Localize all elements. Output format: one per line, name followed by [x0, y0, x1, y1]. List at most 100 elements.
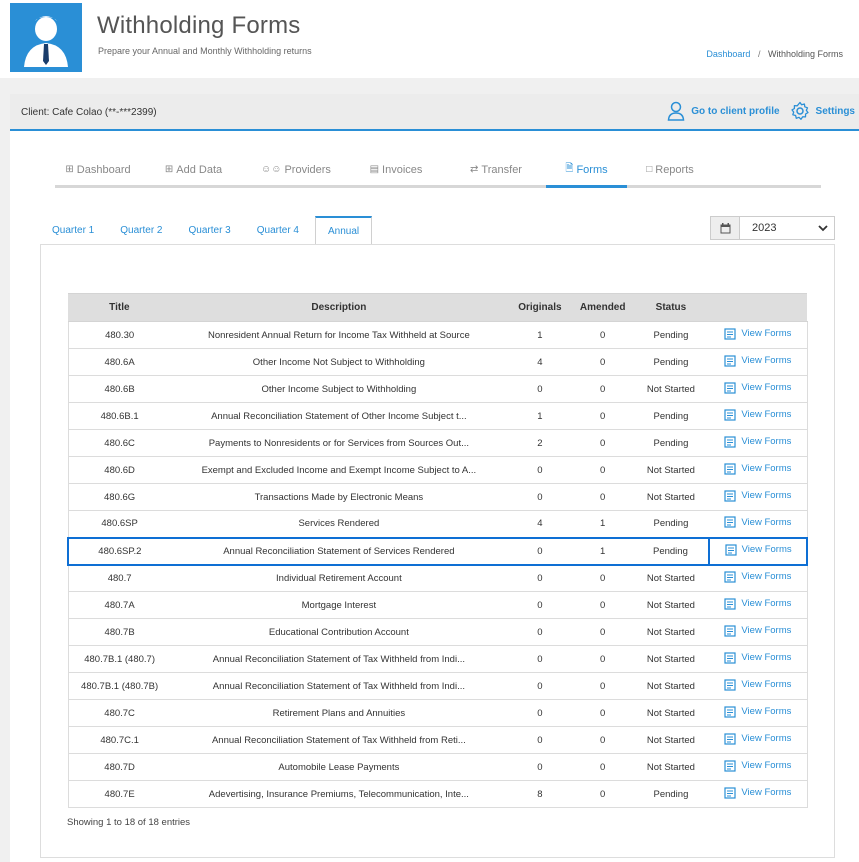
view-forms-label: View Forms	[741, 355, 792, 366]
view-forms-link[interactable]: View Forms	[725, 543, 792, 556]
cell-title: 480.6D	[67, 456, 171, 484]
page-header: Withholding Forms Prepare your Annual an…	[0, 0, 859, 78]
cell-actions: View Forms	[709, 321, 808, 349]
view-forms-link[interactable]: View Forms	[724, 678, 791, 691]
cell-originals: 4	[507, 348, 573, 376]
go-to-client-profile-link[interactable]: Go to client profile	[667, 101, 780, 121]
view-forms-link[interactable]: View Forms	[724, 327, 791, 340]
nav-transfer[interactable]: ⇄ Transfer	[446, 154, 546, 185]
view-forms-label: View Forms	[741, 652, 792, 663]
view-forms-link[interactable]: View Forms	[724, 624, 791, 637]
nav-add-data-label: Add Data	[176, 163, 223, 176]
cell-status: Not Started	[632, 456, 710, 484]
view-forms-link[interactable]: View Forms	[724, 597, 791, 610]
transfer-icon: ⇄	[470, 164, 479, 175]
settings-label: Settings	[815, 105, 855, 117]
cell-title: 480.7E	[67, 780, 171, 808]
cell-title: 480.30	[67, 321, 171, 349]
invoice-icon: ▤	[369, 164, 380, 175]
cell-actions: View Forms	[709, 672, 808, 700]
cell-status: Not Started	[632, 483, 710, 511]
column-header-status[interactable]: Status	[632, 293, 710, 322]
view-forms-label: View Forms	[741, 760, 792, 771]
cell-status: Pending	[632, 429, 710, 457]
view-forms-link[interactable]: View Forms	[724, 651, 792, 664]
cell-status: Not Started	[632, 645, 710, 673]
nav-forms[interactable]: 🗎 Forms	[546, 154, 627, 188]
nav-providers-label: Providers	[284, 163, 331, 176]
view-forms-label: View Forms	[741, 706, 792, 717]
view-forms-link[interactable]: View Forms	[724, 759, 792, 772]
nav-add-data[interactable]: ⊞ Add Data	[141, 154, 246, 185]
tab-annual[interactable]: Annual	[315, 216, 373, 245]
form-icon	[724, 435, 736, 448]
cell-actions: View Forms	[709, 726, 808, 754]
cell-actions: View Forms	[709, 753, 808, 781]
year-select[interactable]: 2023	[710, 216, 835, 240]
table-row: 480.30 Nonresident Annual Return for Inco…	[67, 321, 808, 349]
table-row: 480.7B.1 (480.7) Annual Reconciliation St…	[67, 645, 808, 673]
nav-invoices[interactable]: ▤ Invoices	[346, 154, 446, 185]
column-header-description[interactable]: Description	[170, 293, 508, 322]
cell-status: Pending	[632, 321, 710, 349]
tab-quarter-3[interactable]: Quarter 3	[179, 216, 241, 245]
grid-icon: ⊞	[65, 164, 74, 175]
cell-amended: 0	[572, 348, 633, 376]
cell-amended: 0	[572, 456, 633, 484]
cell-amended: 0	[572, 591, 633, 619]
nav-dashboard[interactable]: ⊞ Dashboard	[55, 154, 141, 185]
cell-originals: 8	[507, 780, 573, 808]
cell-originals: 4	[507, 510, 573, 538]
nav-providers[interactable]: ☺☺ Providers	[246, 154, 346, 185]
cell-originals: 0	[507, 483, 573, 511]
cell-description: Annual Reconciliation Statement of Tax W…	[170, 645, 508, 673]
tab-quarter-4[interactable]: Quarter 4	[247, 216, 309, 245]
cell-originals: 0	[507, 726, 573, 754]
cell-description: Services Rendered	[170, 510, 508, 538]
quarter-tabs: Quarter 1 Quarter 2 Quarter 3 Quarter 4 …	[42, 216, 378, 245]
cell-status: Not Started	[632, 699, 710, 727]
view-forms-link[interactable]: View Forms	[724, 571, 791, 583]
view-forms-link[interactable]: View Forms	[724, 408, 792, 421]
cell-description: Annual Reconciliation Statement of Servi…	[170, 536, 508, 566]
view-forms-link[interactable]: View Forms	[724, 732, 791, 745]
cell-amended: 0	[572, 483, 633, 511]
nav-reports[interactable]: □ Reports	[627, 154, 713, 185]
view-forms-link[interactable]: View Forms	[724, 786, 792, 799]
tab-quarter-2[interactable]: Quarter 2	[110, 216, 172, 245]
cell-actions: View Forms	[709, 564, 808, 592]
column-header-amended[interactable]: Amended	[572, 293, 633, 322]
view-forms-link[interactable]: View Forms	[724, 705, 792, 718]
view-forms-link[interactable]: View Forms	[724, 516, 791, 528]
cell-amended: 0	[572, 618, 633, 646]
cell-description: Transactions Made by Electronic Means	[170, 483, 508, 511]
tab-quarter-1[interactable]: Quarter 1	[42, 216, 104, 245]
view-forms-label: View Forms	[741, 409, 792, 420]
breadcrumb-dashboard-link[interactable]: Dashboard	[706, 49, 750, 59]
settings-link[interactable]: Settings	[790, 101, 855, 121]
view-forms-label: View Forms	[741, 787, 792, 798]
cell-amended: 0	[572, 699, 633, 727]
view-forms-link[interactable]: View Forms	[724, 462, 791, 475]
cell-description: Nonresident Annual Return for Income Tax…	[170, 321, 508, 349]
clipboard-icon: □	[646, 164, 653, 175]
cell-title: 480.6A	[67, 348, 171, 376]
cell-description: Annual Reconciliation Statement of Other…	[170, 402, 508, 430]
nav-dashboard-label: Dashboard	[76, 163, 131, 176]
cell-amended: 0	[572, 726, 633, 754]
view-forms-label: View Forms	[741, 544, 792, 555]
column-header-title[interactable]: Title	[68, 293, 171, 322]
view-forms-link[interactable]: View Forms	[724, 381, 791, 394]
table-row: 480.7D Automobile Lease Payments 0 0 Not Sta…	[67, 753, 808, 781]
table-row: 480.6B.1 Annual Reconciliation Statement …	[67, 402, 808, 430]
cell-description: Payments to Nonresidents or for Services…	[170, 429, 508, 457]
view-forms-link[interactable]: View Forms	[724, 435, 791, 448]
cell-title: 480.7C	[67, 699, 171, 727]
view-forms-link[interactable]: View Forms	[724, 489, 791, 502]
view-forms-link[interactable]: View Forms	[724, 354, 792, 367]
cell-status: Pending	[632, 510, 710, 538]
cell-status: Not Started	[632, 753, 710, 781]
cell-status: Not Started	[632, 672, 710, 700]
breadcrumb-separator: /	[757, 49, 761, 59]
column-header-originals[interactable]: Originals	[507, 293, 573, 322]
